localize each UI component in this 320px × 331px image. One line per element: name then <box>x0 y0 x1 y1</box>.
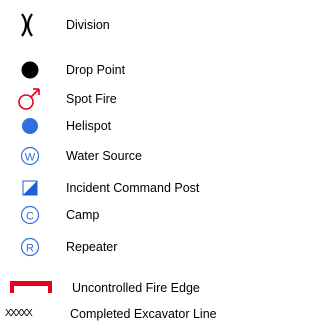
uncontrolled-fire-edge-icon <box>8 275 56 301</box>
legend-item-uncontrolled-fire-edge: Uncontrolled Fire Edge <box>0 275 245 301</box>
helispot-icon <box>18 113 42 139</box>
legend-item-camp: C Camp <box>0 202 245 228</box>
legend-item-water-source: W Water Source <box>0 143 245 169</box>
water-source-symbol-text: W <box>25 152 36 164</box>
spot-fire-icon <box>15 86 45 112</box>
repeater-symbol-text: R <box>26 243 34 255</box>
legend-item-spot-fire: Spot Fire <box>0 86 245 112</box>
legend-label: Drop Point <box>66 63 126 77</box>
legend-item-completed-excavator-line: XXXXX Completed Excavator Line <box>0 301 245 327</box>
water-source-icon: W <box>18 143 42 169</box>
incident-command-post-icon <box>18 175 42 201</box>
completed-excavator-line-icon: XXXXX <box>5 308 33 319</box>
legend-item-incident-command-post: Incident Command Post <box>0 175 245 201</box>
legend-item-division: Division <box>0 12 245 38</box>
legend-label: Division <box>66 18 110 32</box>
legend-label: Camp <box>66 208 100 222</box>
legend-label: Uncontrolled Fire Edge <box>72 281 200 295</box>
camp-symbol-text: C <box>26 211 34 223</box>
legend-item-drop-point: Drop Point <box>0 57 245 83</box>
legend-item-repeater: R Repeater <box>0 234 245 260</box>
legend-label: Repeater <box>66 240 118 254</box>
legend-label: Water Source <box>66 149 142 163</box>
legend-label: Completed Excavator Line <box>70 307 217 321</box>
repeater-icon: R <box>18 234 42 260</box>
legend-label: Spot Fire <box>66 92 117 106</box>
legend-item-helispot: Helispot <box>0 113 245 139</box>
division-icon <box>10 12 44 38</box>
legend-label: Helispot <box>66 119 112 133</box>
camp-icon: C <box>18 202 42 228</box>
map-legend: Division Drop Point Spot Fire Helispot W… <box>0 0 245 331</box>
legend-label: Incident Command Post <box>66 181 200 195</box>
drop-point-icon <box>18 57 42 83</box>
